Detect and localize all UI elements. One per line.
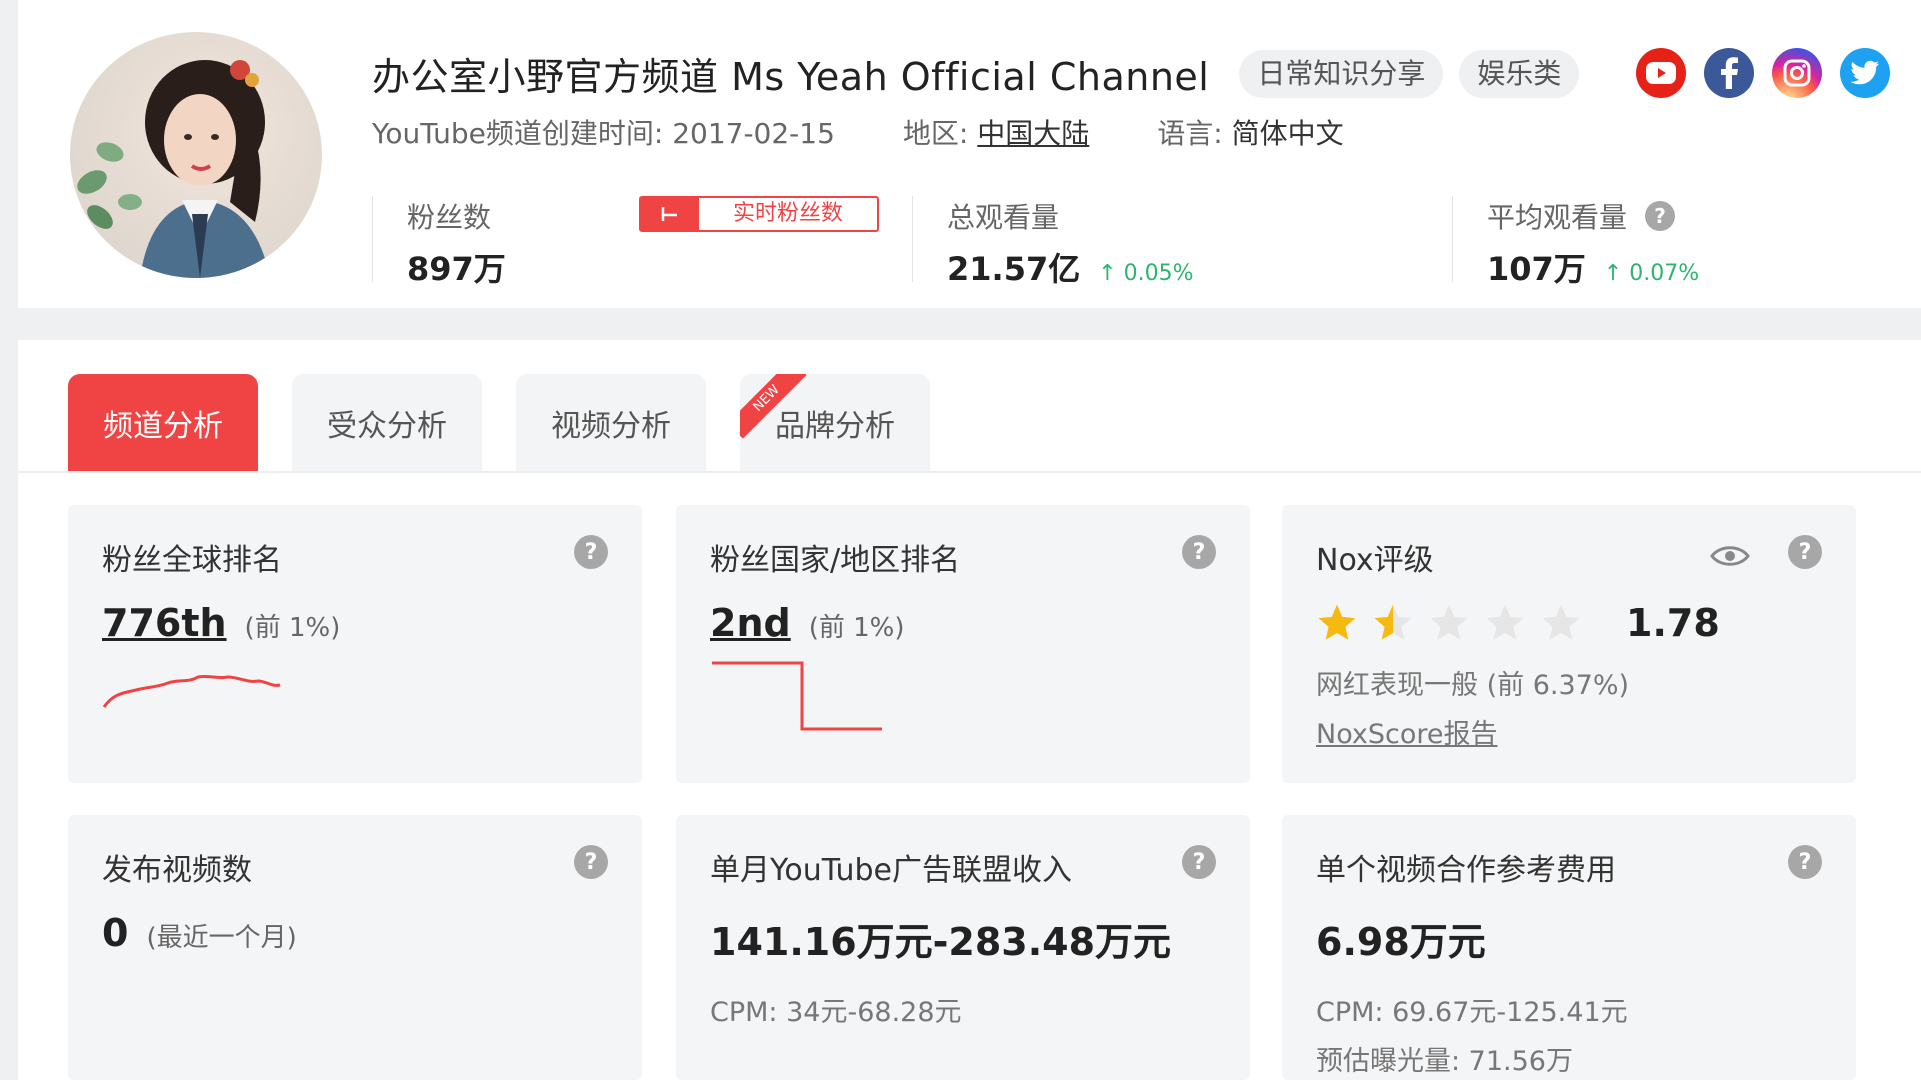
tab-bar: 频道分析 受众分析 视频分析 NEW 品牌分析 (68, 374, 930, 472)
global-rank-value[interactable]: 776th (102, 601, 227, 645)
stats-row: 粉丝数 897万 总观看量 21.57亿 ↑ 0.05% 平均观看量 ? 107… (372, 196, 1872, 288)
ad-income-cpm: CPM: 34元-68.28元 (710, 997, 962, 1028)
videos-period: (最近一个月) (146, 923, 297, 953)
global-rank-sparkline (102, 674, 281, 708)
language: 语言: 简体中文 (1157, 117, 1344, 150)
eye-icon[interactable] (1710, 543, 1750, 573)
category-tag[interactable]: 日常知识分享 (1239, 49, 1444, 98)
nox-description: 网红表现一般 (前 6.37%) (1316, 670, 1630, 701)
empty-star-icon (1486, 604, 1524, 640)
country-rank-sparkline (712, 661, 882, 731)
help-icon[interactable]: ? (1182, 845, 1216, 879)
live-subscribers-button[interactable]: 实时粉丝数 (639, 196, 879, 232)
stat-subscribers: 粉丝数 897万 (372, 196, 506, 288)
channel-meta: YouTube频道创建时间: 2017-02-15 地区: 中国大陆 语言: 简… (372, 112, 1412, 152)
card-videos-published: 发布视频数 ? 0 (最近一个月) (68, 815, 642, 1080)
total-views-growth: ↑ 0.05% (1098, 261, 1194, 286)
global-rank-percentile: (前 1%) (244, 613, 341, 643)
help-icon[interactable]: ? (1645, 201, 1676, 231)
flag-icon (641, 198, 699, 230)
avg-views-growth: ↑ 0.07% (1603, 261, 1700, 286)
card-ad-income: 单月YouTube广告联盟收入 ? 141.16万元-283.48万元 CPM:… (676, 815, 1250, 1080)
help-icon[interactable]: ? (574, 845, 608, 879)
subscriber-count: 897万 (407, 250, 506, 288)
estimated-exposure: 预估曝光量: 71.56万 (1316, 1046, 1573, 1077)
tab-video-analysis[interactable]: 视频分析 (516, 374, 706, 472)
collab-fee-value: 6.98万元 (1316, 920, 1486, 964)
help-icon[interactable]: ? (1182, 535, 1216, 569)
half-star-icon (1374, 604, 1412, 640)
tab-brand-analysis[interactable]: NEW 品牌分析 (740, 374, 930, 472)
country-rank-percentile: (前 1%) (808, 613, 905, 643)
social-links (1636, 48, 1890, 98)
channel-avatar (70, 32, 322, 278)
card-global-rank: 粉丝全球排名 ? 776th (前 1%) (68, 505, 642, 783)
videos-count: 0 (102, 911, 129, 955)
card-nox-rating: Nox评级 ? 1.78 网红表现一般 (前 6.37%) NoxScore报告 (1282, 505, 1856, 783)
region-link[interactable]: 中国大陆 (977, 117, 1089, 150)
tab-divider (18, 471, 1921, 473)
channel-title-row: 办公室小野官方频道 Ms Yeah Official Channel 日常知识分… (372, 46, 1580, 101)
ad-income-value: 141.16万元-283.48万元 (710, 920, 1172, 964)
youtube-icon[interactable] (1636, 48, 1686, 98)
channel-header: 办公室小野官方频道 Ms Yeah Official Channel 日常知识分… (18, 0, 1921, 308)
help-icon[interactable]: ? (574, 535, 608, 569)
empty-star-icon (1542, 604, 1580, 640)
nox-rating-value: 1.78 (1626, 601, 1720, 645)
language-value: 简体中文 (1231, 117, 1344, 150)
created-date: YouTube频道创建时间: 2017-02-15 (372, 117, 835, 150)
star-rating: 1.78 (1316, 601, 1822, 645)
tab-channel-analysis[interactable]: 频道分析 (68, 374, 258, 472)
help-icon[interactable]: ? (1788, 845, 1822, 879)
region: 地区: 中国大陆 (902, 117, 1090, 150)
instagram-icon[interactable] (1772, 48, 1822, 98)
category-tag[interactable]: 娱乐类 (1459, 49, 1580, 98)
card-collab-fee: 单个视频合作参考费用 ? 6.98万元 CPM: 69.67元-125.41元 … (1282, 815, 1856, 1080)
star-icon (1318, 604, 1356, 640)
help-icon[interactable]: ? (1788, 535, 1822, 569)
stat-avg-views: 平均观看量 ? 107万 ↑ 0.07% (1452, 196, 1699, 288)
collab-fee-cpm: CPM: 69.67元-125.41元 (1316, 997, 1628, 1028)
tab-audience-analysis[interactable]: 受众分析 (292, 374, 482, 472)
card-country-rank: 粉丝国家/地区排名 ? 2nd (前 1%) (676, 505, 1250, 783)
noxscore-report-link[interactable]: NoxScore报告 (1316, 712, 1822, 751)
country-rank-value[interactable]: 2nd (710, 601, 791, 645)
empty-star-icon (1430, 604, 1468, 640)
channel-title: 办公室小野官方频道 Ms Yeah Official Channel (372, 55, 1210, 99)
total-views-value: 21.57亿 (947, 250, 1081, 288)
twitter-icon[interactable] (1840, 48, 1890, 98)
facebook-icon[interactable] (1704, 48, 1754, 98)
avg-views-value: 107万 (1487, 250, 1586, 288)
stat-total-views: 总观看量 21.57亿 ↑ 0.05% (912, 196, 1194, 288)
